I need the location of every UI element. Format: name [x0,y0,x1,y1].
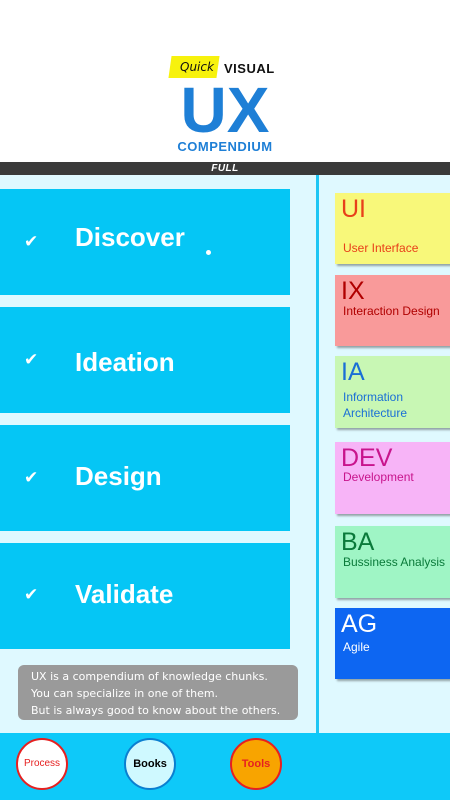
phase-discover-button[interactable]: ✔ Discover [0,189,290,295]
topic-abbr: DEV [341,444,393,472]
phase-label: Design [75,461,162,491]
info-line: But is always good to know about the oth… [31,704,281,717]
info-line: UX is a compendium of knowledge chunks. [31,670,268,683]
app-header: Quick VISUAL UX COMPENDIUM [0,0,450,162]
logo-compendium-text: COMPENDIUM [177,139,273,154]
process-button[interactable]: Process [16,738,68,790]
topic-abbr: AG [341,610,378,638]
topic-abbr: BA [341,528,375,556]
phase-label: Validate [75,579,174,609]
check-icon: ✔ [24,350,39,370]
column-divider [316,175,319,733]
bottom-nav: Process Books Tools [0,733,450,800]
check-icon: ✔ [24,585,39,605]
logo-ux-text: UX [180,74,270,146]
touch-indicator [206,250,211,255]
topic-title: Interaction Design [343,304,440,318]
tools-button[interactable]: Tools [230,738,282,790]
topic-card-ix[interactable]: IX Interaction Design [335,275,450,346]
check-icon: ✔ [24,468,39,488]
check-icon: ✔ [24,232,39,252]
books-button[interactable]: Books [124,738,176,790]
topic-title-line2: Architecture [343,406,408,420]
phase-validate-button[interactable]: ✔ Validate [0,543,290,649]
topic-title: Development [343,470,414,484]
topic-card-ia[interactable]: IA Information Architecture [335,356,450,428]
topic-title: Agile [343,640,370,654]
topic-title: Bussiness Analysis [343,555,446,569]
logo-quick-text: Quick [180,60,214,74]
info-line: You can specialize in one of them. [31,687,219,700]
main-content: ✔ Discover ✔ Ideation ✔ Design ✔ Validat… [0,175,450,733]
phase-design-button[interactable]: ✔ Design [0,425,290,531]
topic-card-ba[interactable]: BA Bussiness Analysis [335,526,450,598]
topic-card-ui[interactable]: UI User Interface [335,193,450,264]
phase-label: Discover [75,222,185,252]
topic-title: Information [343,390,404,404]
phase-label: Ideation [75,347,175,377]
topic-title: User Interface [343,241,419,255]
info-note: UX is a compendium of knowledge chunks. … [18,665,298,720]
topic-abbr: IX [341,277,365,305]
topic-card-ag[interactable]: AG Agile [335,608,450,679]
full-version-bar: FULL [0,162,450,175]
topic-card-dev[interactable]: DEV Development [335,442,450,514]
topic-abbr: UI [341,195,366,223]
topic-abbr: IA [341,358,365,386]
phase-ideation-button[interactable]: ✔ Ideation [0,307,290,413]
